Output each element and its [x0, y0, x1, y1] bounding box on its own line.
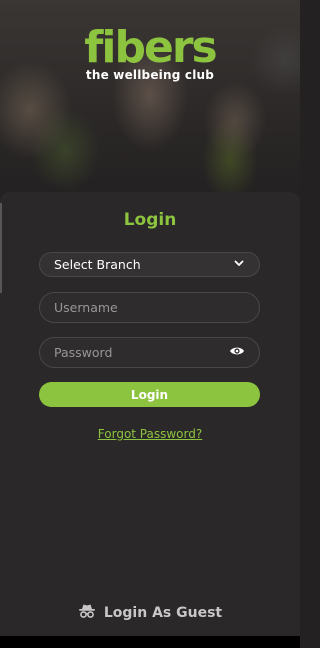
brand-logo: fibers the wellbeing club [0, 22, 300, 83]
branch-select[interactable]: Select Branch [39, 252, 260, 277]
logo-wordmark: fibers [84, 22, 217, 73]
logo-tagline: the wellbeing club [85, 68, 215, 82]
password-field[interactable]: Password [39, 337, 260, 368]
login-as-guest-button[interactable]: Login As Guest [0, 603, 300, 623]
system-nav-bar [0, 636, 300, 648]
branch-select-value: Select Branch [54, 257, 141, 272]
username-field[interactable]: Username [39, 292, 260, 323]
password-placeholder: Password [54, 345, 113, 360]
forgot-password-link[interactable]: Forgot Password? [0, 427, 300, 441]
login-button[interactable]: Login [39, 382, 260, 407]
login-title: Login [123, 210, 177, 230]
eye-icon[interactable] [229, 345, 245, 360]
chevron-down-icon [233, 257, 245, 272]
incognito-icon [78, 603, 96, 623]
username-placeholder: Username [54, 300, 118, 315]
login-as-guest-label: Login As Guest [103, 605, 223, 621]
